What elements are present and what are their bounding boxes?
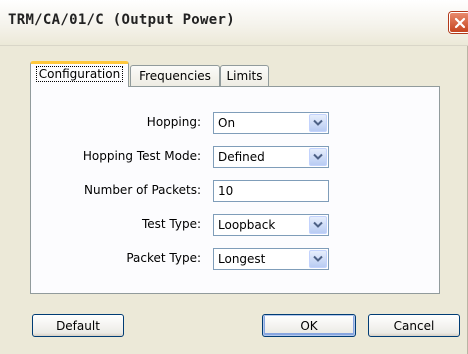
tab-frequencies[interactable]: Frequencies bbox=[130, 65, 220, 86]
hopping-test-mode-label: Hopping Test Mode: bbox=[82, 149, 201, 163]
chevron-down-icon bbox=[313, 153, 323, 160]
packet-type-dropdown-button[interactable] bbox=[309, 250, 327, 268]
tab-limits-label: Limits bbox=[226, 69, 263, 83]
tab-limits[interactable]: Limits bbox=[220, 65, 269, 86]
hopping-test-mode-select[interactable]: Defined bbox=[213, 146, 329, 168]
hopping-dropdown-button[interactable] bbox=[309, 114, 327, 132]
number-of-packets-field[interactable] bbox=[213, 180, 329, 202]
title-bar[interactable]: TRM/CA/01/C (Output Power) bbox=[0, 0, 468, 46]
close-button[interactable] bbox=[449, 12, 468, 33]
tab-frequencies-label: Frequencies bbox=[139, 69, 211, 83]
hopping-label: Hopping: bbox=[146, 115, 201, 129]
tab-configuration-label: Configuration bbox=[35, 66, 124, 82]
tab-configuration[interactable]: Configuration bbox=[30, 61, 129, 87]
close-icon bbox=[454, 17, 465, 28]
hopping-test-mode-dropdown-button[interactable] bbox=[309, 148, 327, 166]
test-type-select[interactable]: Loopback bbox=[213, 214, 329, 236]
packet-type-value: Longest bbox=[218, 252, 266, 266]
ok-button[interactable]: OK bbox=[262, 314, 356, 337]
hopping-test-mode-value: Defined bbox=[218, 150, 265, 164]
chevron-down-icon bbox=[313, 119, 323, 126]
default-button[interactable]: Default bbox=[32, 314, 124, 337]
cancel-button[interactable]: Cancel bbox=[368, 314, 460, 337]
hopping-value: On bbox=[218, 116, 236, 130]
chevron-down-icon bbox=[313, 255, 323, 262]
hopping-select[interactable]: On bbox=[213, 112, 329, 134]
test-type-dropdown-button[interactable] bbox=[309, 216, 327, 234]
number-of-packets-label: Number of Packets: bbox=[84, 183, 201, 197]
configuration-panel: Hopping: On Hopping Test Mode: Defined N… bbox=[30, 86, 440, 294]
chevron-down-icon bbox=[313, 221, 323, 228]
test-type-label: Test Type: bbox=[141, 217, 201, 231]
window-title: TRM/CA/01/C (Output Power) bbox=[8, 12, 235, 28]
test-type-value: Loopback bbox=[218, 218, 276, 232]
packet-type-select[interactable]: Longest bbox=[213, 248, 329, 270]
number-of-packets-input[interactable] bbox=[218, 183, 323, 199]
dialog-window: TRM/CA/01/C (Output Power) Configuration… bbox=[0, 0, 468, 354]
packet-type-label: Packet Type: bbox=[126, 251, 201, 265]
